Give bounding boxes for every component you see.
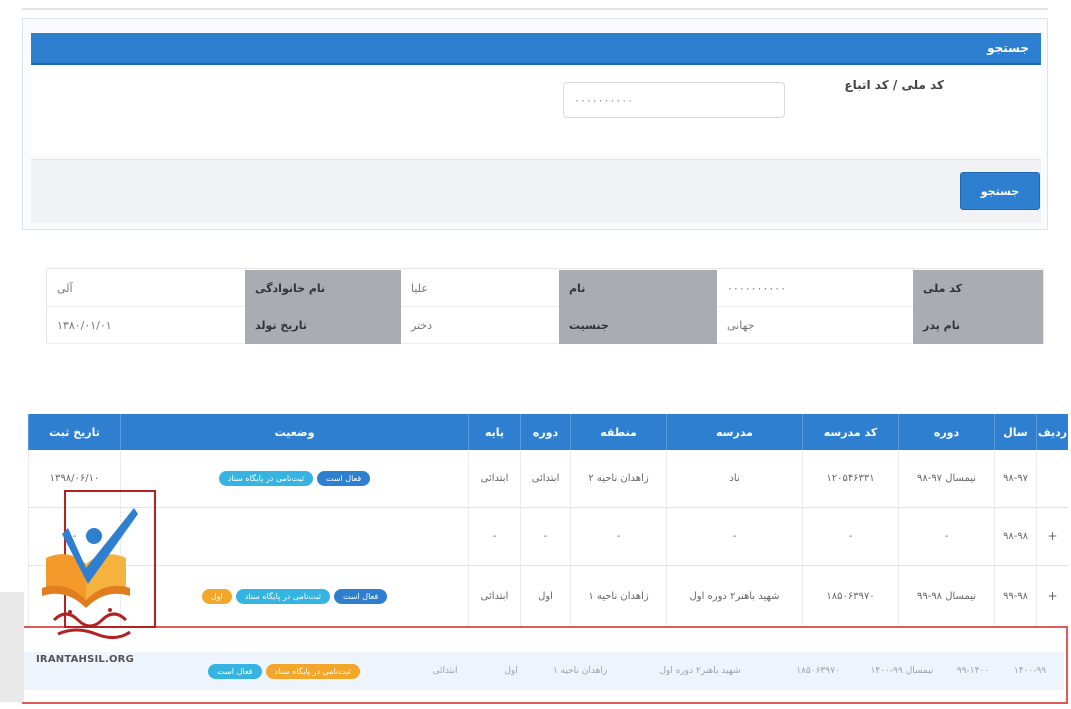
header-row-number: ردیف	[1036, 414, 1068, 450]
info-value-birth-date: ۱۳۸۰/۰۱/۰۱	[47, 307, 245, 344]
header-school: مدرسه	[666, 414, 802, 450]
hl-cell-school-code: ۱۸۵۰۶۳۹۷۰	[796, 666, 840, 676]
hl-cell-year: ۹۹-۱۴۰۰	[956, 666, 990, 676]
header-term: دوره	[898, 414, 994, 450]
hl-cell-level: اول	[504, 666, 518, 676]
student-info-grid: کد ملی ۰۰۰۰۰۰۰۰۰۰ نام علیا نام خانوادگی …	[46, 268, 1044, 344]
cell-school: -	[666, 508, 802, 565]
info-label-national-id: کد ملی	[913, 270, 1043, 307]
highlighted-table-row: ۱۴۰۰-۹۹ ۹۹-۱۴۰۰ نیمسال ۹۹-۱۴۰۰ ۱۸۵۰۶۳۹۷۰…	[24, 652, 1064, 690]
cell-grade: ابتدائی	[468, 450, 520, 507]
info-label-first-name: نام	[559, 270, 717, 307]
table-row: ۹۸-۹۷ نیمسال ۹۷-۹۸ ۱۲۰۵۴۶۳۳۱ ناد زاهدان …	[28, 450, 1068, 508]
header-status: وضعیت	[120, 414, 468, 450]
irantahsil-logo-icon	[42, 508, 138, 639]
cell-status	[120, 508, 468, 565]
hl-cell-status: ثبت‌نامی در پایگاه سناد فعال است	[164, 652, 404, 690]
info-value-gender: دختر	[401, 307, 559, 344]
status-badge: ثبت‌نامی در پایگاه سناد	[265, 663, 360, 679]
header-level: دوره	[520, 414, 570, 450]
cell-year: ۹۹-۹۸	[994, 566, 1036, 627]
panel-title: جستجو	[987, 41, 1029, 55]
hl-cell-grade: ابتدائی	[432, 666, 458, 676]
panel-header: جستجو	[31, 33, 1041, 65]
status-badge: اول	[201, 589, 232, 604]
national-id-label: کد ملی / کد اتباع	[844, 78, 944, 92]
cell-grade: ابتدائی	[468, 566, 520, 627]
cell-level: -	[520, 508, 570, 565]
cell-region: -	[570, 508, 666, 565]
info-value-last-name: آلی	[47, 270, 245, 307]
cell-region: زاهدان ناحیه ۲	[570, 450, 666, 507]
info-label-birth-date: تاریخ تولد	[245, 307, 401, 344]
cell-region: زاهدان ناحیه ۱	[570, 566, 666, 627]
hl-cell-school: شهید باهنر۲ دوره اول	[659, 666, 741, 676]
hl-cell-year-range: ۱۴۰۰-۹۹	[1013, 666, 1047, 676]
hl-cell-term: نیمسال ۹۹-۱۴۰۰	[870, 666, 934, 676]
cell-school-code: ۱۲۰۵۴۶۳۳۱	[802, 450, 898, 507]
cell-school: شهید باهنر۲ دوره اول	[666, 566, 802, 627]
watermark-site-name: IRANTAHSIL.ORG	[36, 654, 134, 665]
cell-year: ۹۸-۹۷	[994, 450, 1036, 507]
site-watermark: IRANTAHSIL.ORG	[6, 488, 156, 688]
status-badge: فعال است	[333, 589, 388, 604]
cell-school: ناد	[666, 450, 802, 507]
cell-term: نیمسال ۹۷-۹۸	[898, 450, 994, 507]
cell-school-code: -	[802, 508, 898, 565]
cell-year: ۹۸-۹۸	[994, 508, 1036, 565]
table-row: + ۹۹-۹۸ نیمسال ۹۸-۹۹ ۱۸۵۰۶۳۹۷۰ شهید باهن…	[28, 566, 1068, 628]
national-id-input[interactable]	[563, 82, 785, 118]
expand-toggle[interactable]: +	[1036, 566, 1068, 627]
info-label-last-name: نام خانوادگی	[245, 270, 401, 307]
search-panel: جستجو	[22, 18, 1048, 230]
expand-toggle[interactable]	[1036, 450, 1068, 507]
cell-status: فعال است ثبت‌نامی در پایگاه سناد اول	[120, 566, 468, 627]
info-label-gender: جنسیت	[559, 307, 717, 344]
panel-footer	[31, 159, 1041, 223]
cell-term: نیمسال ۹۸-۹۹	[898, 566, 994, 627]
status-badge: فعال است	[316, 471, 371, 486]
top-divider	[22, 8, 1048, 10]
cell-grade: -	[468, 508, 520, 565]
status-badge: فعال است	[208, 663, 262, 679]
info-label-father-name: نام پدر	[913, 307, 1043, 344]
header-grade: پایه	[468, 414, 520, 450]
cell-level: اول	[520, 566, 570, 627]
status-badge: ثبت‌نامی در پایگاه سناد	[235, 589, 330, 604]
header-date: تاریخ ثبت	[28, 414, 120, 450]
cell-term: -	[898, 508, 994, 565]
hl-cell-region: زاهدان ناحیه ۱	[552, 666, 608, 676]
info-value-first-name: علیا	[401, 270, 559, 307]
cell-status: فعال است ثبت‌نامی در پایگاه سناد	[120, 450, 468, 507]
info-value-national-id: ۰۰۰۰۰۰۰۰۰۰	[717, 270, 913, 307]
status-badge: ثبت‌نامی در پایگاه سناد	[218, 471, 313, 486]
expand-toggle[interactable]: +	[1036, 508, 1068, 565]
header-school-code: کد مدرسه	[802, 414, 898, 450]
cell-school-code: ۱۸۵۰۶۳۹۷۰	[802, 566, 898, 627]
table-header: ردیف سال دوره کد مدرسه مدرسه منطقه دوره …	[28, 414, 1068, 450]
header-region: منطقه	[570, 414, 666, 450]
table-row: + ۹۸-۹۸ - - - - - - -	[28, 508, 1068, 566]
header-year: سال	[994, 414, 1036, 450]
search-button[interactable]: جستجو	[960, 172, 1040, 210]
cell-level: ابتدائی	[520, 450, 570, 507]
info-value-father-name: جهانی	[717, 307, 913, 344]
